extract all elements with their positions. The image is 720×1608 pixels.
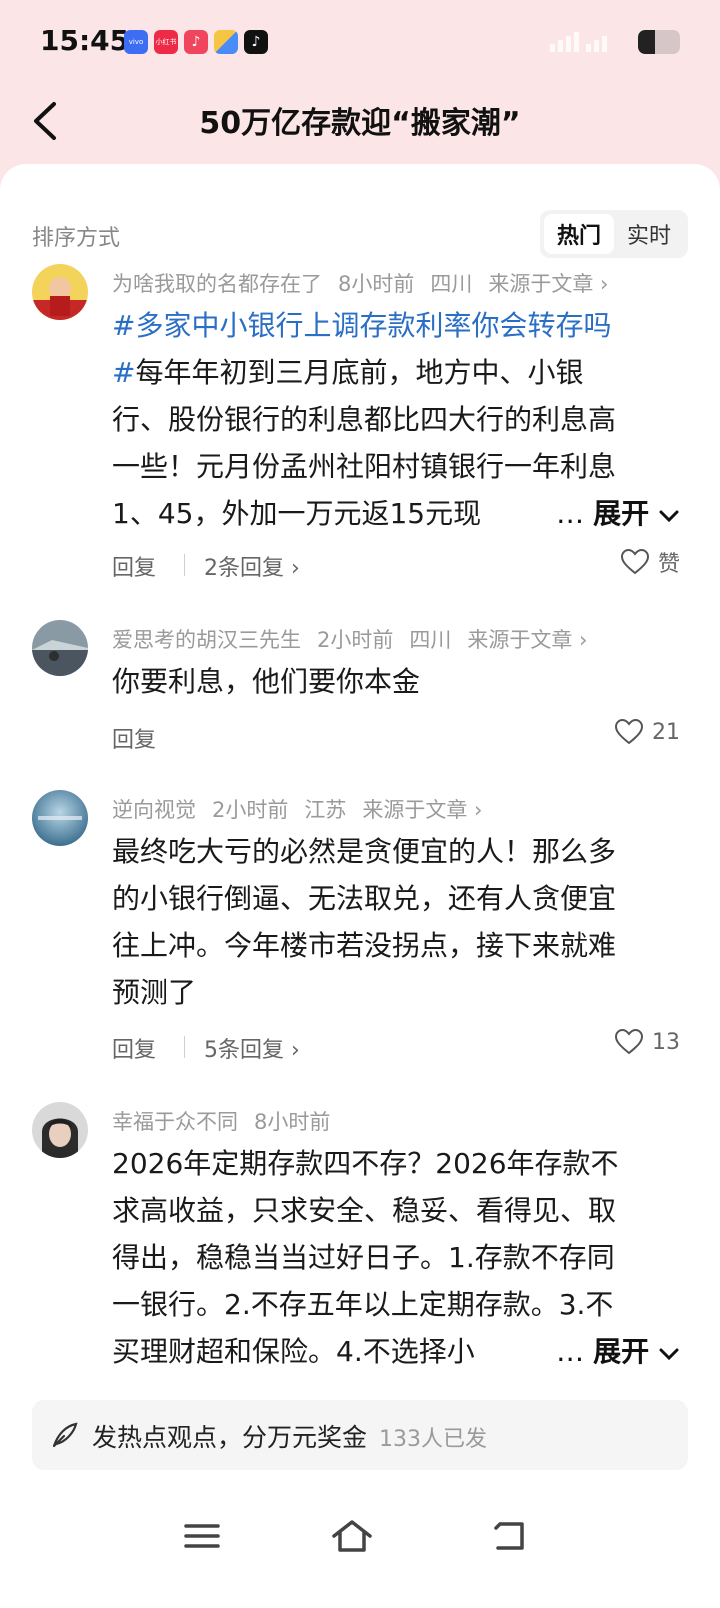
- heart-icon: [614, 1028, 644, 1055]
- avatar[interactable]: [32, 1102, 88, 1158]
- sort-hot-tab[interactable]: 热门: [544, 214, 614, 254]
- comment-line: 最终吃大亏的必然是贪便宜的人！那么多: [112, 835, 617, 868]
- comment-location: 四川: [430, 272, 473, 296]
- comment-line: 预测了: [112, 976, 197, 1009]
- expand-button[interactable]: … 展开: [552, 1328, 680, 1375]
- comment-item: 为啥我取的名都存在了 8小时前 四川 来源于文章 › #多家中小银行上调存款利率…: [0, 264, 720, 594]
- reply-button[interactable]: 回复: [112, 550, 156, 582]
- comment-item: 爱思考的胡汉三先生 2小时前 四川 来源于文章 › 你要利息，他们要你本金 回复…: [0, 620, 720, 770]
- page-title: 50万亿存款迎“搬家潮”: [199, 106, 521, 141]
- heart-icon: [614, 718, 644, 745]
- like-button[interactable]: 赞: [620, 546, 680, 578]
- divider: [184, 554, 185, 576]
- battery-icon: [638, 30, 680, 54]
- comment-line: 得出，稳稳当当过好日子。1.存款不存同: [112, 1241, 615, 1274]
- divider: [184, 1036, 185, 1058]
- comment-line: 的小银行倒逼、无法取兑，还有人贪便宜: [112, 882, 617, 915]
- comment-actions: 回复 2条回复 › 赞: [112, 546, 680, 586]
- source-link[interactable]: 来源于文章 ›: [488, 268, 608, 298]
- source-link[interactable]: 来源于文章 ›: [362, 794, 482, 824]
- back-nav-icon[interactable]: [486, 1512, 534, 1560]
- like-count: 13: [652, 1029, 680, 1055]
- like-count: 赞: [657, 552, 680, 577]
- comment-line: #每年年初到三月底前，地方中、小银: [112, 356, 584, 389]
- view-replies-link[interactable]: 5条回复 ›: [204, 1032, 300, 1064]
- comment-meta: 逆向视觉 2小时前 江苏 来源于文章 ›: [112, 794, 482, 824]
- hashtag-link[interactable]: #多家中小银行上调存款利率你会转存吗: [112, 302, 692, 349]
- files-app-icon: [214, 30, 238, 54]
- like-button[interactable]: 21: [614, 718, 680, 746]
- pen-icon: [52, 1422, 78, 1448]
- home-icon[interactable]: [328, 1512, 376, 1560]
- xiaohongshu-app-icon: 小红书: [154, 30, 178, 54]
- comment-line: 你要利息，他们要你本金: [112, 665, 421, 698]
- comment-location: 江苏: [304, 798, 347, 822]
- like-count: 21: [652, 719, 680, 745]
- comment-meta: 爱思考的胡汉三先生 2小时前 四川 来源于文章 ›: [112, 624, 587, 654]
- comment-time: 8小时前: [338, 272, 415, 296]
- comment-actions: 回复 21: [112, 718, 680, 758]
- compose-bar[interactable]: 发热点观点，分万元奖金 133人已发: [32, 1400, 688, 1470]
- comment-item: 逆向视觉 2小时前 江苏 来源于文章 › 最终吃大亏的必然是贪便宜的人！那么多 …: [0, 790, 720, 1080]
- compose-count: 133人已发: [379, 1427, 488, 1452]
- comment-actions: 回复 5条回复 › 13: [112, 1028, 680, 1068]
- compose-text: 发热点观点，分万元奖金 133人已发: [92, 1423, 488, 1452]
- view-replies-link[interactable]: 2条回复 ›: [204, 550, 300, 582]
- vivo-app-icon: vivo: [124, 30, 148, 54]
- avatar[interactable]: [32, 264, 88, 320]
- comments-panel: 排序方式 热门 实时 为啥我取的名都存在了 8小时前 四川 来源于文章 › #多…: [0, 164, 720, 1608]
- comment-line: 一些！元月份孟州社阳村镇银行一年利息: [112, 450, 617, 483]
- comment-meta: 幸福于众不同 8小时前: [112, 1106, 330, 1136]
- comment-meta: 为啥我取的名都存在了 8小时前 四川 来源于文章 ›: [112, 268, 608, 298]
- sort-toggle: 热门 实时: [540, 210, 688, 258]
- comment-time: 2小时前: [317, 628, 394, 652]
- comment-time: 8小时前: [254, 1110, 331, 1134]
- author-name[interactable]: 为啥我取的名都存在了: [112, 268, 322, 298]
- sort-latest-tab[interactable]: 实时: [614, 214, 684, 254]
- top-nav: 50万亿存款迎“搬家潮”: [0, 84, 720, 164]
- heart-icon: [620, 548, 649, 575]
- battery-level: [638, 30, 655, 54]
- hashtag-mark: #: [112, 356, 136, 389]
- sort-label: 排序方式: [32, 226, 121, 251]
- music-app-icon: ♪: [184, 30, 208, 54]
- author-name[interactable]: 幸福于众不同: [112, 1106, 238, 1136]
- comment-body: 你要利息，他们要你本金: [112, 658, 692, 705]
- comment-line: 往上冲。今年楼市若没拐点，接下来就难: [112, 929, 617, 962]
- notification-icons: vivo 小红书 ♪ ♪: [124, 30, 268, 54]
- comment-line: 2026年定期存款四不存？2026年存款不: [112, 1147, 619, 1180]
- comment-line: 行、股份银行的利息都比四大行的利息高: [112, 403, 617, 436]
- reply-button[interactable]: 回复: [112, 1032, 156, 1064]
- like-button[interactable]: 13: [614, 1028, 680, 1056]
- comment-line: 求高收益，只求安全、稳妥、看得见、取: [112, 1194, 617, 1227]
- signal-icon: [550, 32, 607, 52]
- comment-time: 2小时前: [212, 798, 289, 822]
- status-time: 15:45: [40, 24, 130, 57]
- avatar[interactable]: [32, 790, 88, 846]
- comment-line: 一银行。2.不存五年以上定期存款。3.不: [112, 1288, 614, 1321]
- author-name[interactable]: 爱思考的胡汉三先生: [112, 624, 301, 654]
- comment-location: 四川: [409, 628, 452, 652]
- reply-button[interactable]: 回复: [112, 722, 156, 754]
- sort-row: 排序方式 热门 实时: [32, 210, 688, 260]
- status-bar: 15:45 vivo 小红书 ♪ ♪: [0, 0, 720, 84]
- expand-button[interactable]: … 展开: [552, 490, 680, 537]
- comment-item: 幸福于众不同 8小时前 2026年定期存款四不存？2026年存款不 求高收益，只…: [0, 1102, 720, 1392]
- author-name[interactable]: 逆向视觉: [112, 794, 196, 824]
- menu-icon[interactable]: [178, 1512, 226, 1560]
- system-nav: [0, 1500, 720, 1580]
- tiktok-app-icon: ♪: [244, 30, 268, 54]
- source-link[interactable]: 来源于文章 ›: [467, 624, 587, 654]
- avatar[interactable]: [32, 620, 88, 676]
- comment-body: 最终吃大亏的必然是贪便宜的人！那么多 的小银行倒逼、无法取兑，还有人贪便宜 往上…: [112, 828, 692, 1016]
